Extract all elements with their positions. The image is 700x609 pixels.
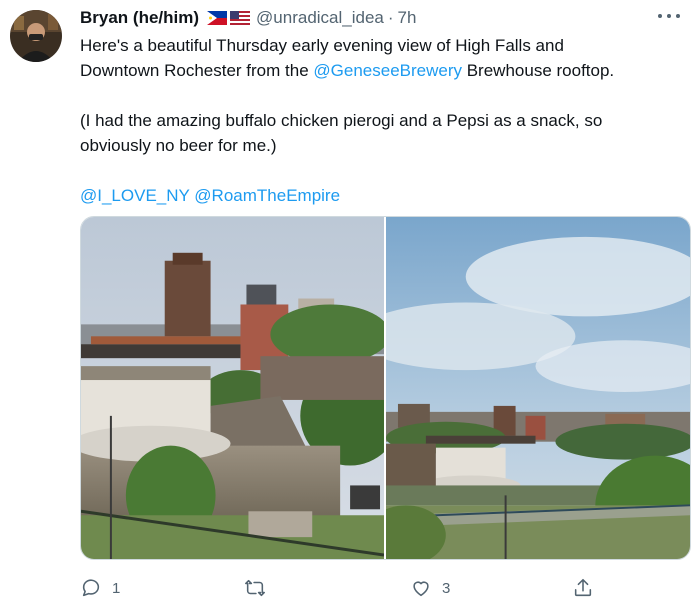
more-options-icon[interactable] <box>658 8 680 24</box>
tweet-line: Downtown Rochester from the @GeneseeBrew… <box>80 58 690 83</box>
tweet-actions: 1 3 <box>80 574 610 602</box>
tweet-line: (I had the amazing buffalo chicken piero… <box>80 111 603 130</box>
tweet-text: Here's a beautiful Thursday early evenin… <box>80 33 690 208</box>
timestamp[interactable]: 7h <box>398 8 417 28</box>
retweet-icon <box>245 579 265 597</box>
avatar[interactable] <box>10 10 62 62</box>
like-button[interactable]: 3 <box>410 574 450 602</box>
share-icon <box>574 578 592 597</box>
share-button[interactable] <box>572 574 594 602</box>
like-count: 3 <box>442 579 451 597</box>
mention-link[interactable]: @I_LOVE_NY <box>80 186 190 205</box>
photo-high-falls-close[interactable] <box>81 217 384 559</box>
media-grid <box>80 216 691 560</box>
retweet-button[interactable] <box>244 574 276 602</box>
reply-icon <box>82 579 100 597</box>
reply-count: 1 <box>112 579 121 597</box>
philippines-flag-icon <box>207 11 228 25</box>
tweet-header: Bryan (he/him) @unradical_idea · 7h <box>80 6 416 30</box>
reply-button[interactable]: 1 <box>80 574 120 602</box>
mention-link[interactable]: @RoamTheEmpire <box>194 186 340 205</box>
us-flag-icon <box>230 11 251 25</box>
text-segment: Downtown Rochester from the <box>80 61 314 80</box>
user-handle[interactable]: @unradical_idea <box>256 8 384 28</box>
tweet-line: obviously no beer for me.) <box>80 136 277 155</box>
mention-link[interactable]: @GeneseeBrewery <box>313 61 462 80</box>
heart-icon <box>413 581 429 597</box>
tweet-line: Here's a beautiful Thursday early evenin… <box>80 36 564 55</box>
display-name[interactable]: Bryan (he/him) <box>80 8 199 28</box>
flag-emojis <box>207 11 251 25</box>
tweet-line: @I_LOVE_NY @RoamTheEmpire <box>80 183 690 208</box>
separator-dot: · <box>387 8 394 27</box>
photo-high-falls-wide[interactable] <box>386 217 690 559</box>
text-segment: Brewhouse rooftop. <box>462 61 615 80</box>
